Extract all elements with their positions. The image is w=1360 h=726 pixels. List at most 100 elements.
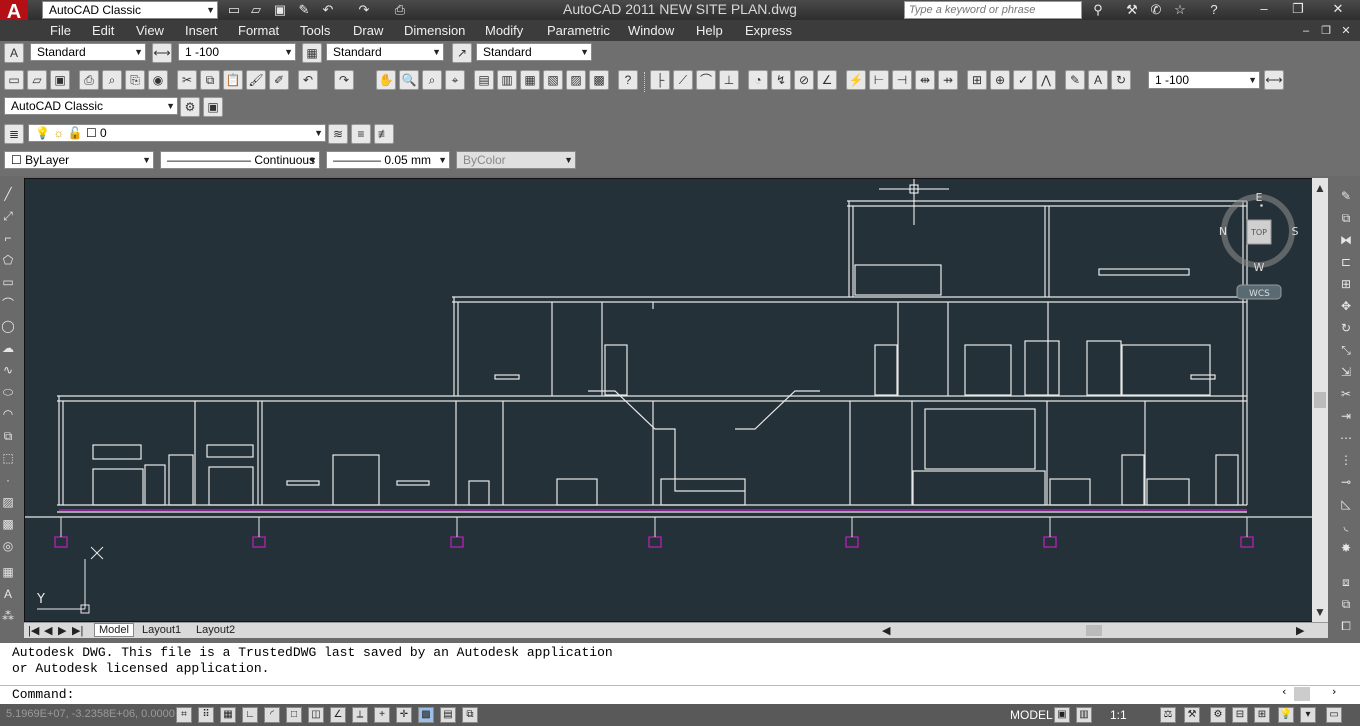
spline-icon[interactable]: ∿ <box>0 362 16 378</box>
scroll-up-icon[interactable]: ▲ <box>1312 180 1328 196</box>
cut-icon[interactable]: ✂ <box>177 70 197 90</box>
workspace-switch-icon[interactable]: ⚙ <box>1210 707 1226 723</box>
menu-file[interactable]: File <box>50 23 71 38</box>
layer-state-icon[interactable]: ≢ <box>374 124 394 144</box>
paste-icon[interactable]: 📋 <box>223 70 243 90</box>
markup-icon[interactable]: ▨ <box>566 70 586 90</box>
color-select[interactable]: ☐ ByLayer ▼ <box>4 151 154 169</box>
command-window[interactable]: Autodesk DWG. This file is a TrustedDWG … <box>0 641 1360 704</box>
open-icon[interactable]: ▱ <box>248 2 264 18</box>
command-prompt[interactable]: Command: <box>12 687 74 702</box>
viewcube-top-label[interactable]: TOP <box>1250 228 1267 237</box>
3d-dwf-icon[interactable]: ◉ <box>148 70 168 90</box>
fillet-icon[interactable]: ◟ <box>1338 518 1354 534</box>
publish-icon[interactable]: ⎘ <box>125 70 145 90</box>
prev-tab-icon[interactable]: ◀ <box>44 624 52 637</box>
auto-scale-icon[interactable]: ⚒ <box>1184 707 1200 723</box>
cmd-scroll-right-icon[interactable]: › <box>1332 685 1336 698</box>
linetype-select[interactable]: ――――――― Continuous ▼ <box>160 151 320 169</box>
doc-close-icon[interactable]: ✕ <box>1338 23 1354 39</box>
menu-view[interactable]: View <box>136 23 164 38</box>
center-mark-icon[interactable]: ⊕ <box>990 70 1010 90</box>
line-icon[interactable]: ╱ <box>0 186 16 202</box>
close-icon[interactable]: ✕ <box>1330 1 1346 17</box>
binoculars-icon[interactable]: ⚲ <box>1090 2 1106 18</box>
save-icon[interactable]: ▣ <box>272 2 288 18</box>
extend-icon[interactable]: ⇥ <box>1338 408 1354 424</box>
array-icon[interactable]: ⊞ <box>1338 276 1354 292</box>
menu-format[interactable]: Format <box>238 23 279 38</box>
dim-style-icon[interactable]: ⟷ <box>1264 70 1284 90</box>
continue-icon[interactable]: ⊣ <box>892 70 912 90</box>
baseline-icon[interactable]: ⊢ <box>869 70 889 90</box>
erase-icon[interactable]: ✎ <box>1338 188 1354 204</box>
viewcube-e-label[interactable]: E <box>1256 191 1263 204</box>
block-editor-icon[interactable]: ✐ <box>269 70 289 90</box>
help-icon[interactable]: ? <box>618 70 638 90</box>
menu-dimension[interactable]: Dimension <box>404 23 465 38</box>
properties-icon[interactable]: ▤ <box>474 70 494 90</box>
tab-model[interactable]: Model <box>94 623 134 637</box>
dim-style-icon[interactable]: ⟷ <box>152 43 172 63</box>
cmd-scroll-left-icon[interactable]: ‹ <box>1282 685 1286 698</box>
add-selected-icon[interactable]: ⁂ <box>0 608 16 624</box>
status-menu-icon[interactable]: ▾ <box>1300 707 1316 723</box>
circle-icon[interactable]: ◯ <box>0 318 16 334</box>
viewcube-s-label[interactable]: S <box>1292 225 1299 238</box>
viewcube-w-label[interactable]: W <box>1254 261 1265 274</box>
quick-view-layouts-icon[interactable]: ▣ <box>1054 707 1070 723</box>
scale-icon[interactable]: ⤡ <box>1338 342 1354 358</box>
send-back-icon[interactable]: ⧠ <box>1338 618 1354 634</box>
selection-cycling-icon[interactable]: ⧉ <box>462 707 478 723</box>
minimize-icon[interactable]: – <box>1256 1 1272 17</box>
workspace-save-icon[interactable]: ▣ <box>203 97 223 117</box>
diameter-icon[interactable]: ⊘ <box>794 70 814 90</box>
hatch-icon[interactable]: ▨ <box>0 494 16 510</box>
menu-draw[interactable]: Draw <box>353 23 383 38</box>
search-input[interactable]: Type a keyword or phrase <box>904 1 1082 19</box>
space-icon[interactable]: ⇹ <box>915 70 935 90</box>
next-tab-icon[interactable]: ▶ <box>58 624 66 637</box>
multileader-style-icon[interactable]: ↗ <box>452 43 472 63</box>
otrack-icon[interactable]: ∠ <box>330 707 346 723</box>
lineweight-select[interactable]: ―――― 0.05 mm ▼ <box>326 151 450 169</box>
ellipse-arc-icon[interactable]: ◠ <box>0 406 16 422</box>
ellipse-icon[interactable]: ⬭ <box>0 384 16 400</box>
ortho-icon[interactable]: ∟ <box>242 707 258 723</box>
polygon-icon[interactable]: ⬠ <box>0 252 16 268</box>
annotative-scale-select[interactable]: 1 -100 ▼ <box>178 43 296 61</box>
model-space-label[interactable]: MODEL <box>1010 708 1053 722</box>
angular-icon[interactable]: ∠ <box>817 70 837 90</box>
explode-icon[interactable]: ✸ <box>1338 540 1354 556</box>
mirror-icon[interactable]: ⧓ <box>1338 232 1354 248</box>
clean-screen-icon[interactable]: ▭ <box>1326 707 1342 723</box>
gradient-icon[interactable]: ▩ <box>0 516 16 532</box>
tool-palettes-icon[interactable]: ▦ <box>520 70 540 90</box>
quick-properties-icon[interactable]: ▤ <box>440 707 456 723</box>
menu-edit[interactable]: Edit <box>92 23 114 38</box>
new-icon[interactable]: ▭ <box>226 2 242 18</box>
plot-icon[interactable]: ⎙ <box>392 2 408 18</box>
restore-icon[interactable]: ❐ <box>1290 1 1306 17</box>
doc-minimize-icon[interactable]: – <box>1298 23 1314 39</box>
hscroll-thumb[interactable] <box>1086 625 1102 636</box>
scroll-left-icon[interactable]: ◀ <box>882 624 890 637</box>
arc-icon[interactable]: ⌒ <box>0 296 16 312</box>
dim-edit-icon[interactable]: ✎ <box>1065 70 1085 90</box>
trim-icon[interactable]: ✂ <box>1338 386 1354 402</box>
favorites-star-icon[interactable]: ☆ <box>1172 2 1188 18</box>
menu-tools[interactable]: Tools <box>300 23 330 38</box>
dyn-icon[interactable]: + <box>374 707 390 723</box>
pan-icon[interactable]: ✋ <box>376 70 396 90</box>
viewcube[interactable]: TOP E W N S WCS <box>1219 191 1299 300</box>
infer-constraints-icon[interactable]: ⌗ <box>176 707 192 723</box>
workspace-settings-icon[interactable]: ⚙ <box>180 97 200 117</box>
tab-layout2[interactable]: Layout2 <box>196 624 235 636</box>
layer-previous-icon[interactable]: ≡ <box>351 124 371 144</box>
jogged-linear-icon[interactable]: ⋀ <box>1036 70 1056 90</box>
rectangle-icon[interactable]: ▭ <box>0 274 16 290</box>
open-icon[interactable]: ▱ <box>27 70 47 90</box>
redo-icon[interactable]: ↷ <box>356 2 372 18</box>
jogged-icon[interactable]: ↯ <box>771 70 791 90</box>
draworder-icon[interactable]: ⧈ <box>1338 574 1354 590</box>
